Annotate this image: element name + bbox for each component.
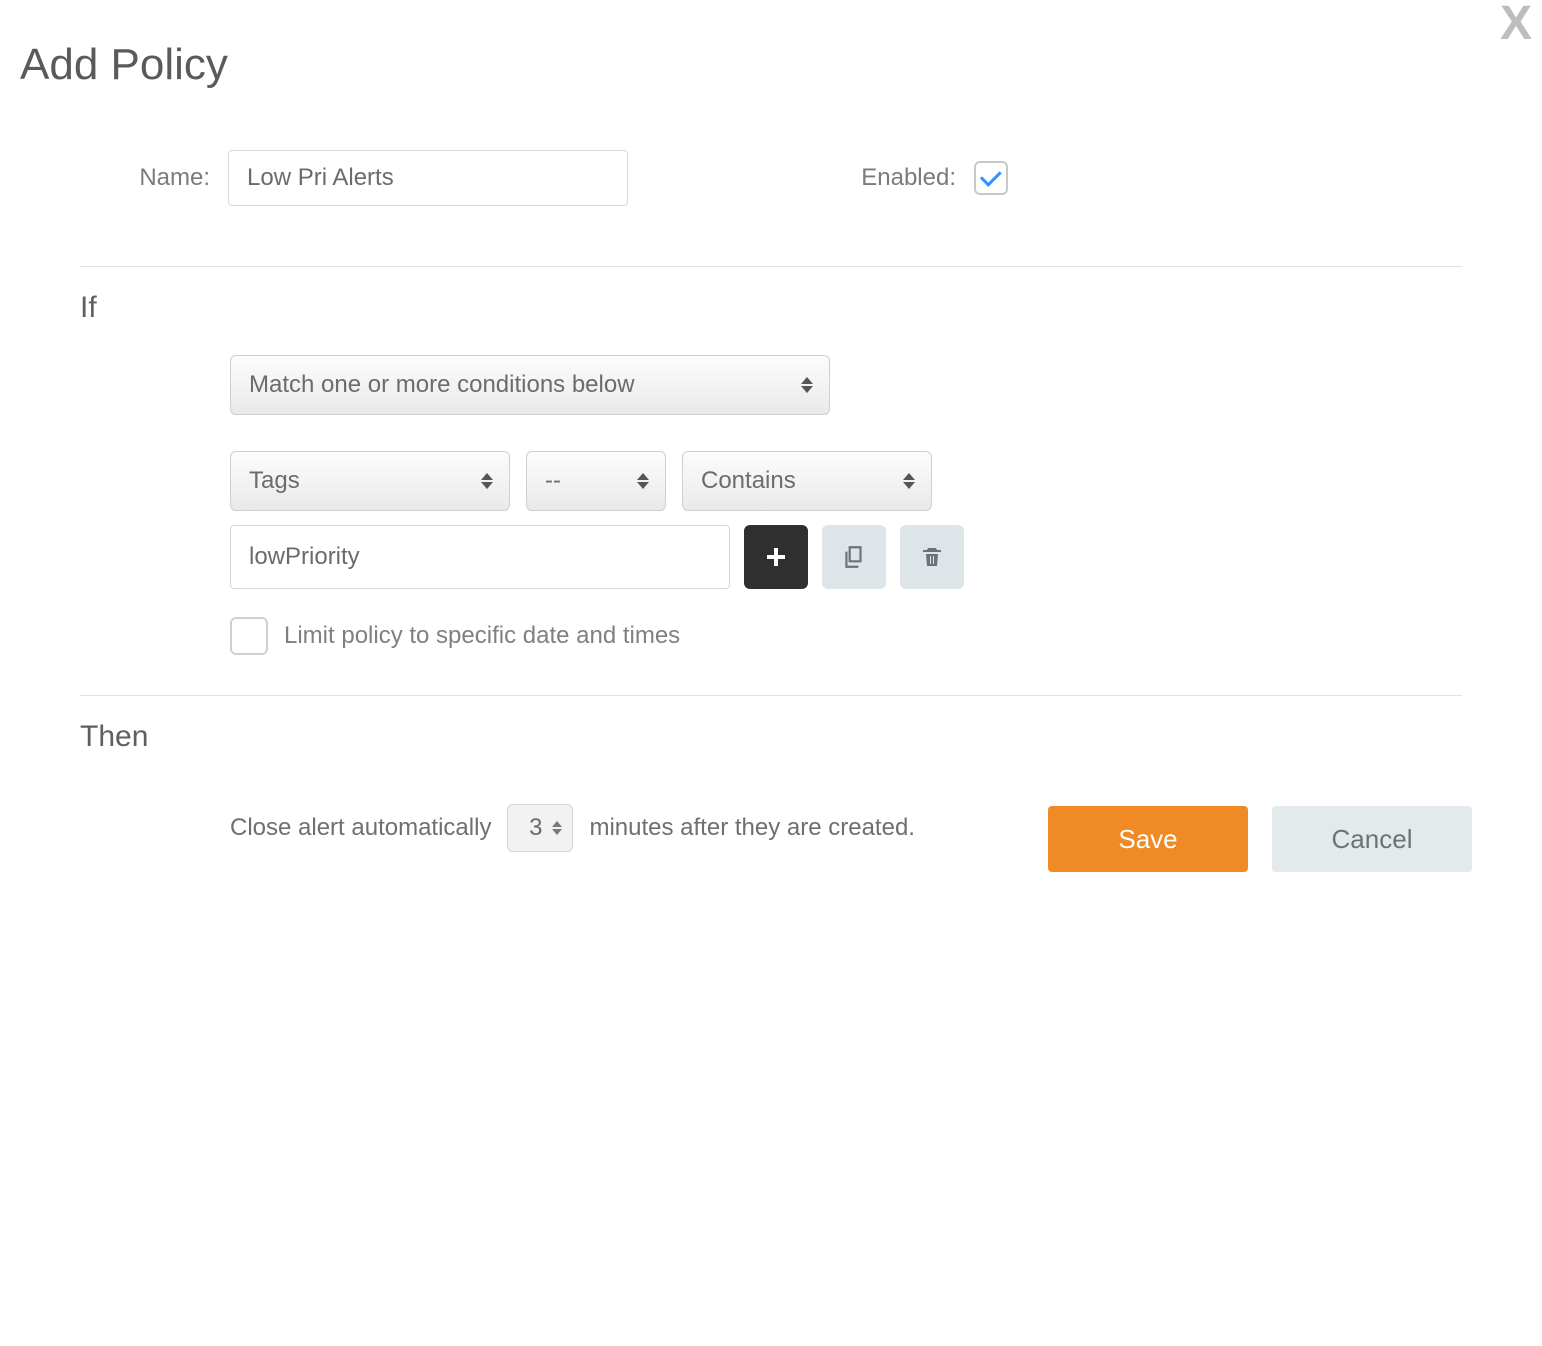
match-mode-select[interactable]: Match one or more conditions below bbox=[230, 355, 830, 415]
cancel-button[interactable]: Cancel bbox=[1272, 806, 1472, 872]
limit-label: Limit policy to specific date and times bbox=[284, 622, 680, 650]
copy-icon bbox=[841, 544, 867, 570]
condition-operator-select[interactable]: -- bbox=[526, 451, 666, 511]
select-arrows-icon bbox=[481, 473, 493, 489]
minutes-value: 3 bbox=[522, 814, 542, 842]
divider bbox=[80, 266, 1462, 267]
delete-condition-button[interactable] bbox=[900, 525, 964, 589]
enabled-label: Enabled: bbox=[826, 164, 956, 192]
if-heading: If bbox=[80, 291, 1522, 325]
select-arrows-icon bbox=[637, 473, 649, 489]
limit-row: Limit policy to specific date and times bbox=[230, 617, 1522, 655]
add-policy-dialog: X Add Policy Name: Enabled: If Match one… bbox=[0, 0, 1542, 912]
then-prefix: Close alert automatically bbox=[230, 814, 491, 842]
then-heading: Then bbox=[80, 720, 1522, 754]
limit-checkbox[interactable] bbox=[230, 617, 268, 655]
if-block: Match one or more conditions below Tags … bbox=[230, 355, 1522, 655]
page-title: Add Policy bbox=[20, 40, 1522, 90]
stepper-arrows-icon bbox=[552, 821, 562, 835]
plus-icon bbox=[764, 545, 788, 569]
minutes-stepper[interactable]: 3 bbox=[507, 804, 573, 852]
name-row: Name: Enabled: bbox=[80, 150, 1522, 206]
condition-value-row bbox=[230, 525, 1522, 589]
condition-attribute-value: Tags bbox=[249, 467, 300, 495]
button-row: Save Cancel bbox=[1048, 806, 1472, 872]
then-suffix: minutes after they are created. bbox=[589, 814, 915, 842]
condition-comparator-select[interactable]: Contains bbox=[682, 451, 932, 511]
condition-operator-value: -- bbox=[545, 467, 561, 495]
divider bbox=[80, 695, 1462, 696]
trash-icon bbox=[920, 545, 944, 569]
condition-value-input[interactable] bbox=[230, 525, 730, 589]
duplicate-condition-button[interactable] bbox=[822, 525, 886, 589]
match-mode-value: Match one or more conditions below bbox=[249, 371, 635, 399]
add-condition-button[interactable] bbox=[744, 525, 808, 589]
close-icon[interactable]: X bbox=[1500, 0, 1532, 48]
select-arrows-icon bbox=[801, 377, 813, 393]
select-arrows-icon bbox=[903, 473, 915, 489]
name-label: Name: bbox=[80, 164, 210, 192]
condition-attribute-select[interactable]: Tags bbox=[230, 451, 510, 511]
enabled-checkbox[interactable] bbox=[974, 161, 1008, 195]
condition-comparator-value: Contains bbox=[701, 467, 796, 495]
policy-name-input[interactable] bbox=[228, 150, 628, 206]
save-button[interactable]: Save bbox=[1048, 806, 1248, 872]
condition-row: Tags -- Contains bbox=[230, 451, 1522, 511]
